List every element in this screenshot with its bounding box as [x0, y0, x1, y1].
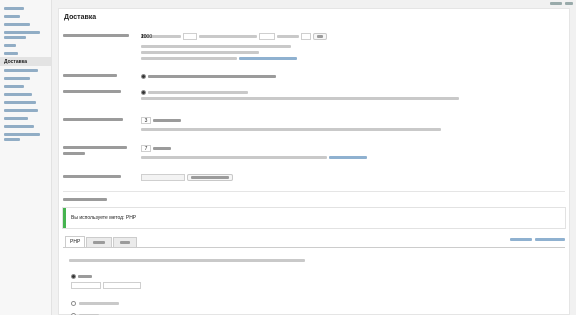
sidebar-item-15[interactable]	[0, 122, 51, 130]
tab-smtp[interactable]	[86, 237, 113, 247]
sidebar-item-12[interactable]	[0, 98, 51, 106]
delay-input[interactable]: 3	[141, 117, 151, 124]
screen-options-link[interactable]	[550, 2, 562, 5]
method-notice: Вы используете метод: PHP	[63, 208, 565, 228]
top-right-links	[550, 0, 573, 7]
page-title: Доставка	[64, 14, 97, 21]
sidebar-item-13[interactable]	[0, 106, 51, 114]
send-limits-help	[141, 44, 565, 62]
send-second-input[interactable]: 1000	[141, 33, 275, 40]
setting-test-send-label	[63, 174, 135, 180]
method-tabs: PHP	[63, 236, 565, 248]
sidebar-item-8[interactable]	[0, 66, 51, 74]
option-2-radio[interactable]	[71, 301, 76, 306]
tabs-right-link-1[interactable]	[510, 238, 532, 241]
sidebar-item-6[interactable]	[0, 49, 51, 57]
setting-delay: 3	[63, 117, 565, 133]
sidebar-item-11[interactable]	[0, 90, 51, 98]
setting-send-once-label	[63, 73, 135, 79]
sender-email-input[interactable]	[103, 282, 141, 289]
test-email-input[interactable]	[141, 174, 185, 181]
tab-third[interactable]	[113, 237, 138, 247]
admin-sidebar: Доставка	[0, 0, 52, 315]
setting-send-order-label	[63, 89, 135, 95]
sidebar-item-2[interactable]	[0, 12, 51, 20]
send-order-radio[interactable]	[141, 90, 146, 95]
send-third-input[interactable]: 1	[141, 33, 311, 40]
tabs-right-links	[510, 238, 565, 241]
setting-send-limits-controls: 20 1000 1	[141, 33, 565, 62]
sidebar-item-active-label: Доставка	[4, 58, 27, 65]
divider	[63, 191, 565, 192]
sidebar-item-3[interactable]	[0, 20, 51, 28]
setting-send-limits: 20 1000 1	[63, 33, 565, 67]
setting-send-limits-label	[63, 33, 135, 39]
tabs-right-link-2[interactable]	[535, 238, 565, 241]
method-title	[63, 197, 107, 203]
sidebar-item-9[interactable]	[0, 74, 51, 82]
setting-delay-label	[63, 117, 135, 123]
option-row-2	[71, 301, 119, 306]
tab-php[interactable]: PHP	[65, 236, 86, 247]
setting-test-send	[63, 174, 565, 184]
sidebar-item-16[interactable]	[0, 130, 51, 143]
pause-input[interactable]: 7	[141, 145, 151, 152]
php-panel-help	[69, 258, 305, 264]
delay-help	[141, 127, 565, 133]
pause-help	[141, 155, 565, 161]
setting-send-order	[63, 89, 565, 105]
settings-panel: Доставка 20 1000 1 3 7 Вы используете ме…	[58, 8, 570, 315]
method-notice-text: Вы используете метод: PHP	[71, 215, 137, 221]
send-order-help	[141, 96, 565, 102]
send-once-checkbox[interactable]	[141, 74, 146, 79]
setting-send-once	[63, 73, 565, 81]
sender-name-input[interactable]	[71, 282, 101, 289]
setting-pause: 7	[63, 145, 565, 161]
php-sender-block	[71, 273, 141, 289]
admin-bar	[0, 0, 576, 7]
sidebar-item-1[interactable]	[0, 4, 51, 12]
sidebar-item-10[interactable]	[0, 82, 51, 90]
sidebar-item-5[interactable]	[0, 41, 51, 49]
setting-pause-label	[63, 145, 135, 157]
test-send-button[interactable]	[187, 174, 233, 181]
sender-radio[interactable]	[71, 274, 76, 279]
sidebar-item-active[interactable]: Доставка	[0, 57, 51, 66]
sidebar-item-14[interactable]	[0, 114, 51, 122]
help-link[interactable]	[565, 2, 573, 5]
sidebar-item-4[interactable]	[0, 28, 51, 41]
unit-select[interactable]	[313, 33, 327, 40]
